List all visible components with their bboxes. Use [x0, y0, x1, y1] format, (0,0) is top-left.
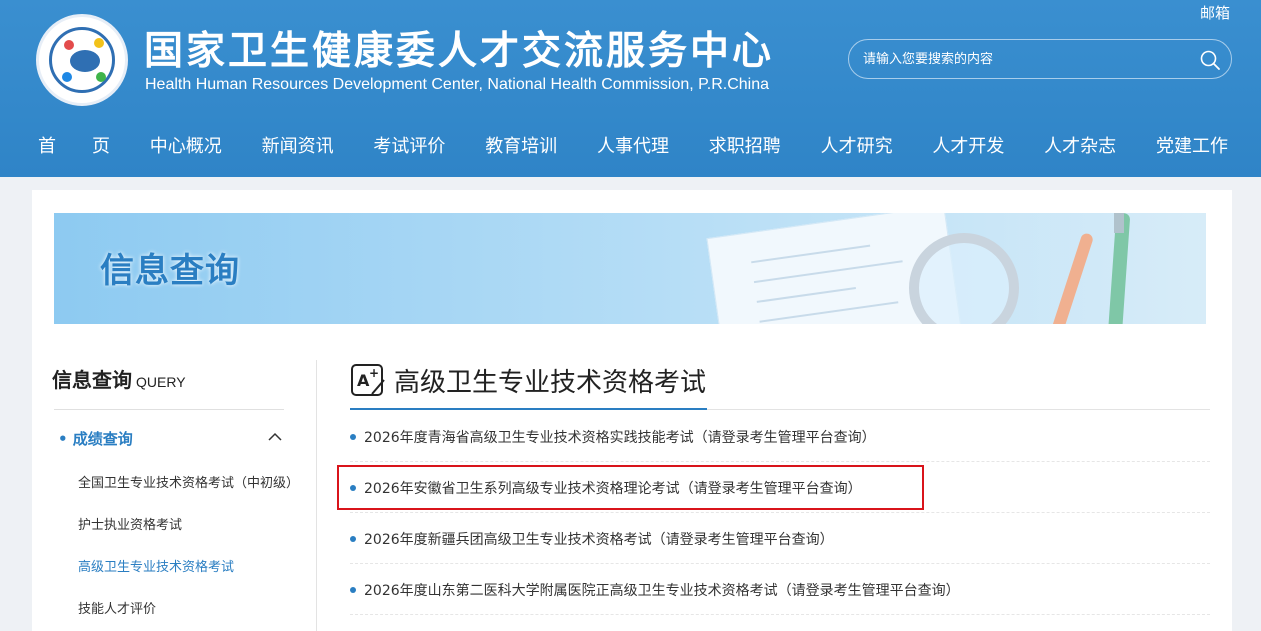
nav-item-personnel[interactable]: 人事代理: [587, 132, 679, 158]
nav-item-education[interactable]: 教育培训: [475, 132, 567, 158]
section-title: 高级卫生专业技术资格考试: [394, 368, 707, 398]
nav-item-news[interactable]: 新闻资讯: [252, 132, 344, 158]
nav-item-jobs[interactable]: 求职招聘: [699, 132, 791, 158]
search-input[interactable]: [863, 49, 1183, 69]
paper-line: [751, 244, 871, 264]
sidebar-separator: [316, 360, 317, 631]
bullet-dot: [350, 434, 356, 440]
sidebar-title: 信息查询 QUERY: [52, 364, 186, 393]
nav-item-magazine[interactable]: 人才杂志: [1034, 132, 1126, 158]
nav-item-party[interactable]: 党建工作: [1146, 132, 1238, 158]
grade-icon: A +: [351, 364, 385, 396]
sidebar-item-skills[interactable]: 技能人才评价: [78, 598, 156, 617]
content-card: 信息查询 信息查询 QUERY • 成绩查询 全国卫生专业技术资格考试（中初级） …: [32, 190, 1232, 631]
banner-pencil-illustration: [1045, 232, 1095, 324]
search-box: [848, 39, 1232, 79]
site-header: 国家卫生健康委人才交流服务中心 Health Human Resources D…: [0, 0, 1261, 177]
section-title-underline: [350, 408, 707, 410]
sidebar-title-cn: 信息查询: [52, 368, 132, 392]
logo-figure-green: [96, 72, 106, 82]
list-item-link[interactable]: 2026年度新疆兵团高级卫生专业技术资格考试（请登录考生管理平台查询）: [364, 529, 834, 549]
list-item[interactable]: 2026年度青海省高级卫生专业技术资格实践技能考试（请登录考生管理平台查询）: [350, 412, 1210, 462]
search-icon[interactable]: [1199, 49, 1221, 71]
sidebar-title-en: QUERY: [136, 374, 186, 390]
sidebar-divider: [54, 409, 284, 410]
site-title-en: Health Human Resources Development Cente…: [145, 76, 769, 93]
nav-item-development[interactable]: 人才开发: [922, 132, 1014, 158]
paper-line: [759, 301, 899, 323]
mail-link[interactable]: 邮箱: [1200, 2, 1230, 23]
bullet-dot: [350, 587, 356, 593]
list-item[interactable]: 2026年度山东第二医科大学附属医院正高级卫生专业技术资格考试（请登录考生管理平…: [350, 565, 1210, 615]
sidebar-item-senior-exam[interactable]: 高级卫生专业技术资格考试: [78, 556, 234, 575]
nav-item-overview[interactable]: 中心概况: [140, 132, 232, 158]
bullet-dot: [350, 536, 356, 542]
banner-title: 信息查询: [100, 251, 240, 291]
list-item-link[interactable]: 2026年度青海省高级卫生专业技术资格实践技能考试（请登录考生管理平台查询）: [364, 427, 876, 447]
list-item-link[interactable]: 2026年度山东第二医科大学附属医院正高级卫生专业技术资格考试（请登录考生管理平…: [364, 580, 960, 600]
svg-text:+: +: [369, 366, 379, 380]
highlight-box: [337, 465, 924, 510]
nav-item-exam[interactable]: 考试评价: [363, 132, 455, 158]
logo-figure-yellow: [94, 38, 104, 48]
site-logo[interactable]: [36, 14, 128, 106]
nav-item-research[interactable]: 人才研究: [811, 132, 903, 158]
logo-core: [70, 50, 100, 72]
page-banner: 信息查询: [54, 213, 1206, 324]
nav-item-home[interactable]: 首 页: [28, 132, 120, 158]
logo-ring: [49, 27, 115, 93]
list-item[interactable]: 2026年度新疆兵团高级卫生专业技术资格考试（请登录考生管理平台查询）: [350, 514, 1210, 564]
logo-figure-blue: [62, 72, 72, 82]
main-nav: 首 页 中心概况 新闻资讯 考试评价 教育培训 人事代理 求职招聘 人才研究 人…: [28, 128, 1238, 162]
site-title-cn: 国家卫生健康委人才交流服务中心: [144, 29, 775, 74]
chevron-up-icon[interactable]: [268, 432, 282, 442]
sidebar-item-nurse-exam[interactable]: 护士执业资格考试: [78, 514, 182, 533]
sidebar-group-scores[interactable]: • 成绩查询: [58, 428, 133, 449]
paper-line: [753, 260, 903, 284]
sidebar-item-national-exam[interactable]: 全国卫生专业技术资格考试（中初级）: [78, 472, 299, 491]
paper-line: [756, 287, 856, 303]
logo-figure-red: [64, 40, 74, 50]
banner-pen-tip: [1114, 213, 1124, 233]
